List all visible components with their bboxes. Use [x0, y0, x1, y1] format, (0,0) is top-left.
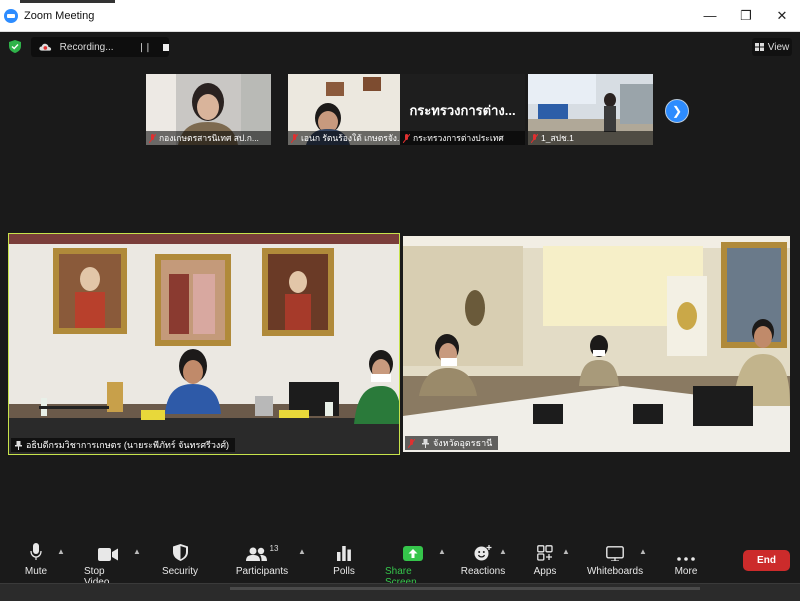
apps-label: Apps [533, 566, 557, 577]
apps-options-caret[interactable]: ▲ [562, 547, 570, 556]
reactions-label: Reactions [460, 566, 506, 577]
mic-muted-icon [403, 133, 410, 143]
participant-video-tile[interactable]: จังหวัดอุดรธานี [403, 236, 790, 452]
participant-nameplate: เอนก รัตนร้องใต้ เกษตรจัง... [288, 131, 413, 145]
security-button[interactable]: Security [162, 543, 198, 577]
pin-icon [15, 440, 22, 450]
participant-name: อธิบดีกรมวิชาการเกษตร (นายระพีภัทร์ จันท… [26, 440, 230, 450]
more-label: More [674, 566, 698, 577]
window-title: Zoom Meeting [24, 9, 95, 22]
polls-icon [337, 546, 351, 561]
audio-options-caret[interactable]: ▲ [57, 547, 65, 556]
view-label: View [767, 41, 790, 53]
view-button[interactable]: View [752, 38, 792, 56]
meeting-toolbar: Mute ▲ Stop Video ▲ Security 13 Particip… [0, 533, 800, 588]
minimize-button[interactable]: — [692, 0, 728, 31]
participant-name: กองเกษตรสารนิเทศ สป.ก... [159, 133, 259, 143]
polls-button[interactable]: Polls [333, 543, 355, 577]
participants-button[interactable]: 13 Participants [236, 543, 288, 577]
apps-button[interactable]: Apps [532, 543, 558, 577]
participants-options-caret[interactable]: ▲ [298, 547, 306, 556]
polls-label: Polls [333, 566, 355, 577]
participant-nameplate: กระทรวงการต่างประเทศ [400, 131, 525, 145]
window-titlebar: Zoom Meeting — ❐ ✕ [0, 0, 800, 32]
participant-name: 1_สปช.1 [541, 133, 574, 143]
more-dots-icon [677, 557, 695, 561]
microphone-icon [30, 543, 42, 560]
whiteboards-button[interactable]: Whiteboards [586, 543, 644, 577]
mute-button[interactable]: Mute [24, 543, 48, 577]
participant-display-name: กระทรวงการต่าง... [409, 103, 516, 118]
whiteboard-icon [606, 546, 624, 561]
reactions-icon [474, 545, 492, 561]
pin-icon [422, 438, 429, 448]
mic-muted-icon [408, 438, 415, 448]
mic-muted-icon [531, 133, 538, 143]
whiteboards-options-caret[interactable]: ▲ [639, 547, 647, 556]
restore-button[interactable]: ❐ [728, 0, 764, 31]
video-camera-icon [98, 548, 118, 561]
mic-muted-icon [149, 133, 156, 143]
participants-count: 13 [269, 544, 279, 553]
speaker-video-tile[interactable]: อธิบดีกรมวิชาการเกษตร (นายระพีภัทร์ จันท… [8, 233, 400, 455]
stop-video-button[interactable]: Stop Video [84, 543, 132, 588]
grid-icon [754, 43, 764, 51]
reactions-options-caret[interactable]: ▲ [499, 547, 507, 556]
participant-name: กระทรวงการต่างประเทศ [413, 133, 504, 143]
participant-tile[interactable]: 1_สปช.1 [528, 74, 653, 145]
participant-tile[interactable]: กระทรวงการต่าง... กระทรวงการต่างประเทศ [400, 74, 525, 145]
participants-icon [245, 547, 267, 561]
stop-recording-button[interactable] [162, 43, 169, 51]
participant-nameplate: 1_สปช.1 [528, 131, 653, 145]
recording-indicator: Recording... ❘❘ [31, 37, 169, 57]
participant-nameplate: จังหวัดอุดรธานี [405, 436, 499, 450]
taskbar-strip [230, 587, 700, 590]
share-options-caret[interactable]: ▲ [438, 547, 446, 556]
speaker-video [9, 234, 399, 454]
recording-label: Recording... [59, 41, 114, 53]
participants-label: Participants [235, 566, 289, 577]
zoom-app-icon [4, 8, 18, 23]
participant-name: เอนก รัตนร้องใต้ เกษตรจัง... [301, 133, 405, 143]
participant-video [403, 236, 790, 452]
mute-label: Mute [24, 566, 48, 577]
participant-tile[interactable]: เอนก รัตนร้องใต้ เกษตรจัง... [288, 74, 413, 145]
whiteboards-label: Whiteboards [586, 566, 644, 577]
title-decoration [20, 0, 115, 3]
chevron-right-icon: ❯ [671, 104, 683, 118]
video-options-caret[interactable]: ▲ [133, 547, 141, 556]
more-button[interactable]: More [673, 543, 699, 577]
taskbar [0, 583, 800, 601]
security-shield-icon [172, 544, 188, 561]
encryption-shield-icon[interactable] [9, 40, 21, 53]
apps-icon [537, 545, 553, 561]
participant-name: จังหวัดอุดรธานี [433, 438, 493, 448]
share-screen-icon [403, 546, 423, 561]
participant-nameplate: อธิบดีกรมวิชาการเกษตร (นายระพีภัทร์ จันท… [11, 438, 236, 452]
end-meeting-button[interactable]: End [743, 550, 790, 571]
participant-nameplate: กองเกษตรสารนิเทศ สป.ก... [146, 131, 271, 145]
next-page-button[interactable]: ❯ [665, 99, 689, 123]
participant-tile[interactable]: กองเกษตรสารนิเทศ สป.ก... [146, 74, 271, 145]
mic-muted-icon [291, 133, 298, 143]
share-screen-button[interactable]: Share Screen [385, 543, 441, 588]
close-button[interactable]: ✕ [764, 0, 800, 31]
pause-recording-button[interactable]: ❘❘ [138, 42, 152, 53]
security-label: Security [161, 566, 199, 577]
cloud-record-icon [39, 43, 52, 51]
